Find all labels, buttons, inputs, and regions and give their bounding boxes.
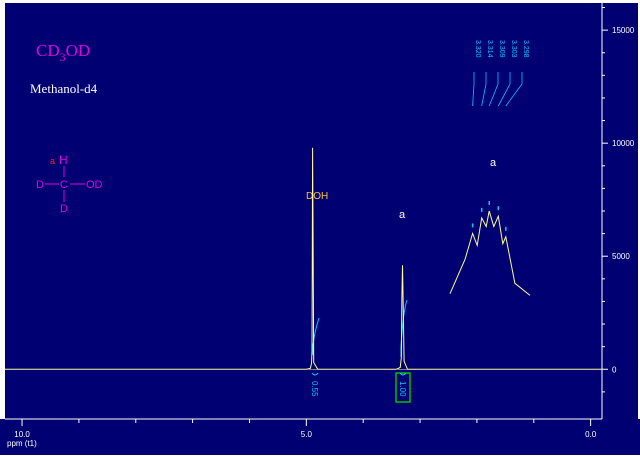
- atom-d-left: D: [36, 179, 44, 191]
- nmr-spectrum-chart: CD3OD Methanol-d4 a H D C OD D DOH a a 3…: [0, 0, 640, 455]
- peak-list-label: 3.314: [486, 40, 493, 58]
- x-tick-label: 5.0: [301, 430, 313, 439]
- plot-area: [5, 3, 602, 419]
- peak-list-label: 3.298: [522, 40, 529, 58]
- peak-list-label: 3.309: [498, 40, 505, 58]
- x-axis-title: ppm (t1): [7, 439, 37, 448]
- nmr-spectrum-window: CD3OD Methanol-d4 a H D C OD D DOH a a 3…: [0, 0, 640, 455]
- x-tick-label: 10.0: [14, 430, 30, 439]
- y-tick-label: 10000: [612, 139, 635, 148]
- inset-peak-label: a: [490, 157, 497, 169]
- atom-c: C: [60, 179, 68, 191]
- proton-label-a: a: [50, 156, 55, 166]
- x-axis-panel: [0, 419, 640, 455]
- peak-list-label: 3.303: [510, 40, 517, 58]
- y-tick-label: 0: [612, 365, 617, 374]
- atom-od: OD: [86, 179, 103, 191]
- y-tick-label: 15000: [612, 26, 635, 35]
- doh-peak-label: DOH: [306, 191, 328, 202]
- y-tick-label: 5000: [612, 252, 630, 261]
- atom-h: H: [59, 153, 68, 167]
- x-tick-label: 0.0: [585, 430, 597, 439]
- spectrum-subtitle: Methanol-d4: [30, 81, 98, 96]
- atom-d-bottom: D: [60, 203, 68, 215]
- peak-list-label: 3.320: [474, 40, 481, 58]
- y-axis-panel: [602, 3, 638, 419]
- methyl-peak-label: a: [399, 209, 406, 221]
- integral-value: 0.55: [310, 381, 319, 397]
- integral-value: 1.00: [398, 381, 407, 397]
